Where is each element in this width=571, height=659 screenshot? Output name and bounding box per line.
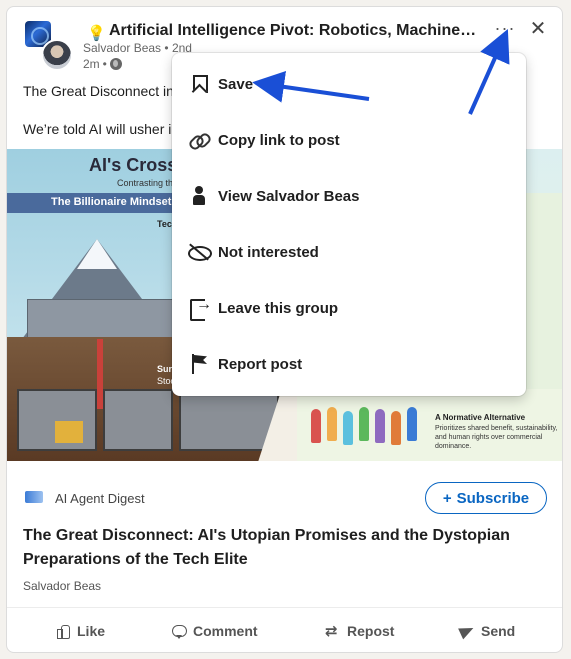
image-gold-bars bbox=[55, 421, 83, 443]
image-banner-text: The Billionaire Mindset: bbox=[51, 196, 176, 208]
repost-icon bbox=[325, 622, 341, 640]
menu-item-label: Save bbox=[218, 75, 254, 93]
separator-dot: • bbox=[102, 57, 107, 71]
globe-icon bbox=[109, 58, 122, 70]
image-person bbox=[359, 407, 369, 441]
menu-item-report-post[interactable]: Report post bbox=[172, 336, 526, 392]
image-person bbox=[375, 409, 385, 443]
menu-item-copy-link[interactable]: Copy link to post bbox=[172, 112, 526, 168]
image-normative-text: Prioritizes shared benefit, sustainabili… bbox=[435, 425, 558, 450]
send-icon bbox=[459, 623, 475, 639]
thumbs-up-icon bbox=[55, 623, 71, 639]
article-author: Salvador Beas bbox=[23, 579, 102, 593]
menu-item-view-profile[interactable]: View Salvador Beas bbox=[172, 168, 526, 224]
image-armory-room bbox=[103, 389, 173, 451]
post-options-menu: Save Copy link to post View Salvador Bea… bbox=[172, 53, 526, 396]
menu-item-not-interested[interactable]: Not interested bbox=[172, 224, 526, 280]
author-name[interactable]: Salvador Beas bbox=[83, 41, 161, 55]
article-title[interactable]: The Great Disconnect: AI's Utopian Promi… bbox=[23, 524, 543, 572]
image-person bbox=[407, 407, 417, 441]
post-body-line-2: We’re told AI will usher i bbox=[23, 121, 172, 137]
post-body-line-1: The Great Disconnect in bbox=[23, 83, 174, 99]
eye-off-icon bbox=[188, 241, 212, 263]
newsletter-section: AI Agent Digest + Subscribe The Great Di… bbox=[7, 461, 562, 607]
image-normative-title: A Normative Alternative bbox=[435, 413, 526, 422]
image-title: AI's Cross bbox=[89, 155, 178, 175]
comment-button[interactable]: Comment bbox=[171, 608, 258, 652]
like-label: Like bbox=[77, 622, 106, 639]
image-person bbox=[391, 411, 401, 445]
close-button[interactable]: ✕ bbox=[525, 17, 551, 43]
comment-label: Comment bbox=[193, 622, 258, 639]
repost-button[interactable]: Repost bbox=[325, 608, 395, 652]
post-time-line: 2m • bbox=[83, 57, 122, 71]
more-options-button[interactable]: ··· bbox=[491, 19, 519, 43]
subscribe-button[interactable]: + Subscribe bbox=[425, 482, 547, 514]
group-title[interactable]: Artificial Intelligence Pivot: Robotics,… bbox=[109, 22, 479, 40]
menu-item-label: Not interested bbox=[218, 243, 319, 261]
comment-icon bbox=[171, 623, 187, 639]
menu-item-label: View Salvador Beas bbox=[218, 187, 360, 205]
menu-item-label: Copy link to post bbox=[218, 131, 340, 149]
menu-item-label: Report post bbox=[218, 355, 303, 373]
social-action-bar: Like Comment Repost Send bbox=[7, 607, 562, 652]
repost-label: Repost bbox=[347, 622, 395, 639]
image-mountain-snow bbox=[77, 239, 117, 269]
image-person bbox=[327, 407, 337, 441]
plus-icon: + bbox=[442, 489, 452, 507]
menu-item-save[interactable]: Save bbox=[172, 56, 526, 112]
author-avatar[interactable] bbox=[41, 39, 73, 71]
menu-item-leave-group[interactable]: Leave this group bbox=[172, 280, 526, 336]
subscribe-label: Subscribe bbox=[456, 489, 530, 507]
separator-dot: • bbox=[164, 41, 169, 55]
image-person bbox=[343, 411, 353, 445]
flag-icon bbox=[188, 353, 210, 375]
person-icon bbox=[188, 185, 210, 207]
bookmark-icon bbox=[188, 73, 210, 95]
leave-icon bbox=[188, 296, 212, 321]
send-label: Send bbox=[481, 622, 516, 639]
like-button[interactable]: Like bbox=[55, 608, 106, 652]
image-person bbox=[311, 409, 321, 443]
newsletter-logo[interactable] bbox=[25, 491, 43, 503]
lightbulb-icon: 💡 bbox=[87, 25, 106, 42]
post-time: 2m bbox=[83, 57, 100, 71]
menu-item-label: Leave this group bbox=[218, 299, 339, 317]
link-icon bbox=[188, 129, 210, 151]
send-button[interactable]: Send bbox=[459, 608, 516, 652]
newsletter-name[interactable]: AI Agent Digest bbox=[55, 491, 145, 506]
